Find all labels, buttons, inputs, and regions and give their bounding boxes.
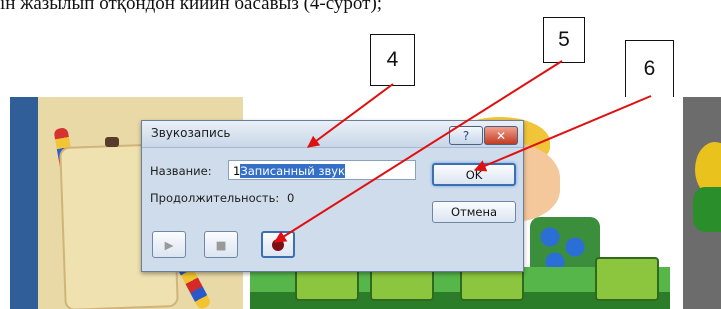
play-button[interactable]: ▶ — [152, 231, 186, 258]
dialog-titlebar[interactable]: Звукозапись ? ✕ — [142, 121, 523, 148]
leaf-decoration — [693, 187, 721, 232]
dialog-title: Звукозапись — [151, 126, 231, 140]
help-button[interactable]: ? — [449, 126, 483, 145]
pin-icon — [105, 137, 119, 147]
duration-label: Продолжительность: 0 — [150, 191, 294, 205]
close-button[interactable]: ✕ — [484, 126, 518, 145]
record-button[interactable] — [261, 231, 295, 258]
ok-button[interactable]: OK — [432, 163, 516, 186]
callout-4: 4 — [370, 34, 415, 86]
document-text-line: ін жазылып отқондон кийин басавыз (4-сур… — [0, 0, 383, 13]
sound-recording-dialog: Звукозапись ? ✕ Название: 1Записанный зв… — [141, 120, 524, 272]
name-label: Название: — [150, 164, 212, 178]
record-icon — [272, 238, 284, 251]
callout-6: 6 — [625, 40, 674, 98]
duration-label-text: Продолжительность: — [150, 191, 280, 205]
cancel-button[interactable]: Отмена — [432, 201, 516, 223]
duration-value: 0 — [286, 191, 295, 205]
book-icon — [595, 257, 659, 301]
name-input[interactable]: 1Записанный звук — [228, 160, 416, 180]
callout-5: 5 — [543, 17, 585, 63]
play-icon: ▶ — [164, 237, 174, 252]
name-input-selected-text: Записанный звук — [240, 164, 346, 178]
slide-left-band — [10, 97, 38, 309]
stop-icon: ■ — [215, 237, 227, 252]
slide-right-band — [683, 97, 721, 309]
stop-button[interactable]: ■ — [204, 231, 238, 258]
